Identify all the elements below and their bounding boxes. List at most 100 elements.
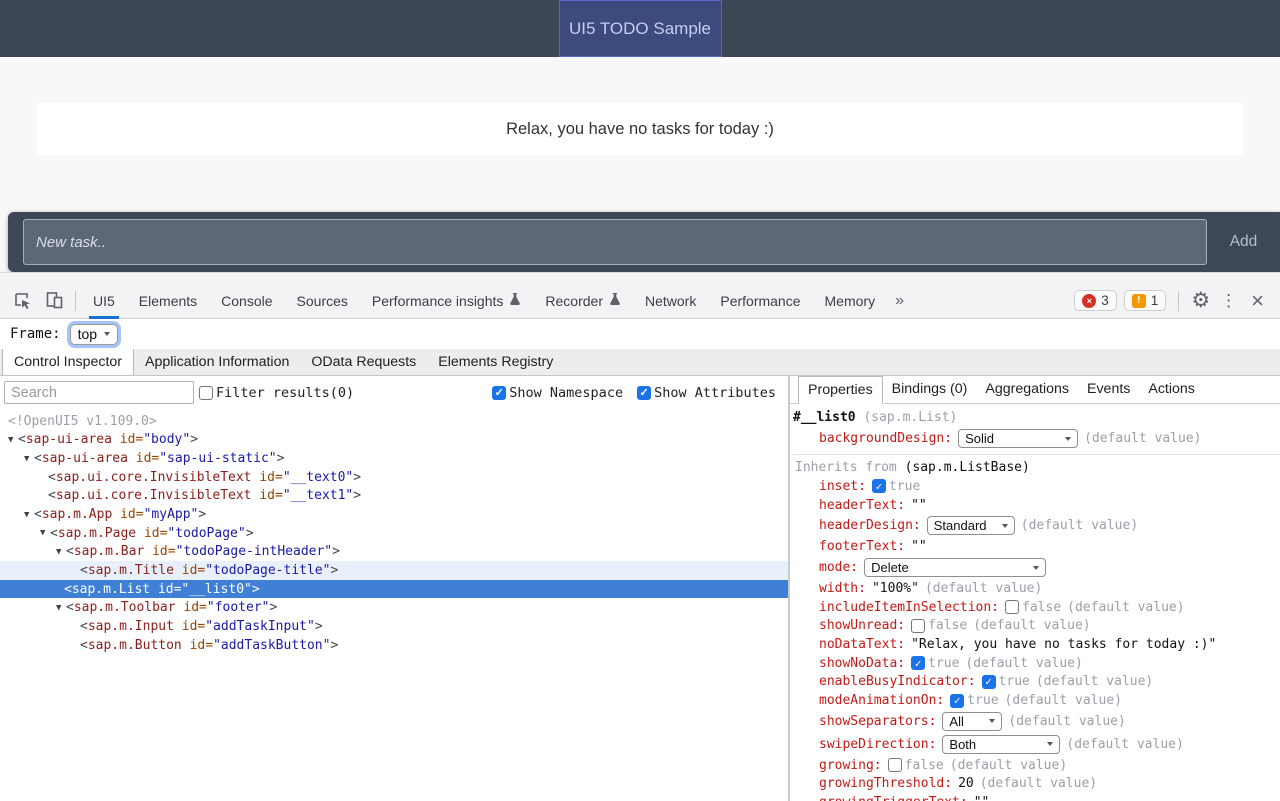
devtools-tab-label: Performance — [720, 284, 800, 318]
tree-node-footer[interactable]: ▼<sap.m.Toolbar id="footer"> — [0, 598, 788, 617]
expand-arrow-icon[interactable]: ▼ — [56, 603, 66, 613]
devtools-tab-performance[interactable]: Performance — [708, 283, 812, 319]
attr-name: id= — [144, 526, 167, 541]
filter-row: Filter results(0) ✓ Show Namespace ✓ Sho… — [0, 376, 788, 409]
property-select-backgroundDesign[interactable]: Solid — [958, 429, 1078, 448]
tag-name: sap.m.List — [72, 582, 150, 597]
property-checkbox-growing[interactable] — [888, 758, 902, 772]
tree-node-__list0[interactable]: <sap.m.List id="__list0"> — [0, 580, 788, 599]
tree-node-myApp[interactable]: ▼<sap.m.App id="myApp"> — [0, 505, 788, 524]
property-checkbox-group: ✓true — [872, 479, 920, 494]
subtab-odata-requests[interactable]: OData Requests — [300, 349, 427, 375]
property-row-mode: mode: Delete — [793, 556, 1280, 579]
tree-node-todoPage-intHeader[interactable]: ▼<sap.m.Bar id="todoPage-intHeader"> — [0, 542, 788, 561]
property-select-mode[interactable]: Delete — [864, 558, 1046, 577]
selected-control-id: #__list0 — [793, 410, 856, 425]
devtools-tab-label: Network — [645, 284, 696, 318]
property-select-value: All — [949, 714, 963, 729]
error-badge[interactable]: × 3 — [1074, 290, 1117, 311]
tree-node-__text1[interactable]: <sap.ui.core.InvisibleText id="__text1"> — [0, 487, 788, 506]
device-toolbar-icon[interactable] — [38, 286, 70, 316]
property-name: swipeDirection: — [819, 737, 936, 752]
tree-node-body[interactable]: ▼<sap-ui-area id="body"> — [0, 431, 788, 450]
properties-tab-events[interactable]: Events — [1078, 376, 1139, 403]
devtools-tab-ui5[interactable]: UI5 — [81, 283, 127, 319]
show-namespace-checkbox[interactable]: ✓ — [492, 386, 506, 400]
attr-value: "todoPage-title" — [205, 563, 330, 578]
tree-node-todoPage[interactable]: ▼<sap.m.Page id="todoPage"> — [0, 524, 788, 543]
devtools-tab-memory[interactable]: Memory — [813, 283, 888, 319]
error-icon: × — [1082, 294, 1096, 308]
expand-arrow-icon[interactable]: ▼ — [24, 510, 34, 520]
warning-badge[interactable]: ! 1 — [1124, 290, 1167, 311]
add-task-button[interactable]: Add — [1207, 212, 1280, 272]
property-checkbox-group: ✓true — [950, 693, 998, 708]
frame-bar: Frame: top — [0, 319, 1280, 349]
property-checkbox-modeAnimationOn[interactable]: ✓ — [950, 694, 964, 708]
tree-node-sap-ui-static[interactable]: ▼<sap-ui-area id="sap-ui-static"> — [0, 449, 788, 468]
property-name: headerDesign: — [819, 518, 921, 533]
search-input[interactable] — [4, 381, 194, 404]
tree-node-__text0[interactable]: <sap.ui.core.InvisibleText id="__text0"> — [0, 468, 788, 487]
property-checkbox-showUnread[interactable] — [911, 619, 925, 633]
devtools-tab-network[interactable]: Network — [633, 283, 708, 319]
attr-value: "myApp" — [144, 507, 199, 522]
properties-tab-actions[interactable]: Actions — [1139, 376, 1204, 403]
show-attributes-checkbox[interactable]: ✓ — [637, 386, 651, 400]
property-row-swipeDirection: swipeDirection:Both(default value) — [793, 733, 1280, 756]
expand-arrow-icon[interactable]: ▼ — [8, 435, 18, 445]
devtools-tab-performance-insights[interactable]: Performance insights — [360, 283, 534, 319]
tag-open: < — [34, 451, 42, 466]
tag-open: < — [34, 507, 42, 522]
expand-arrow-icon[interactable]: ▼ — [40, 528, 50, 538]
expand-arrow-icon[interactable]: ▼ — [56, 547, 66, 557]
kebab-menu-icon[interactable]: ⋮ — [1217, 291, 1240, 311]
tag-name: sap.ui.core.InvisibleText — [56, 470, 252, 485]
property-checkbox-enableBusyIndicator[interactable]: ✓ — [982, 675, 996, 689]
expand-arrow-icon[interactable]: ▼ — [24, 454, 34, 464]
subtab-control-inspector[interactable]: Control Inspector — [2, 349, 134, 375]
settings-gear-icon[interactable]: ⚙ — [1191, 290, 1210, 311]
tree-node-addTaskInput[interactable]: <sap.m.Input id="addTaskInput"> — [0, 617, 788, 636]
property-select-showSeparators[interactable]: All — [942, 712, 1002, 731]
property-select-swipeDirection[interactable]: Both — [942, 735, 1060, 754]
tag-close: > — [332, 544, 340, 559]
properties-tab-aggregations[interactable]: Aggregations — [976, 376, 1078, 403]
attr-name: id= — [182, 563, 205, 578]
tag-open: < — [66, 600, 74, 615]
default-value-note: (default value) — [1084, 431, 1201, 446]
inspect-element-icon[interactable] — [6, 286, 38, 316]
tree-node-addTaskButton[interactable]: <sap.m.Button id="addTaskButton"> — [0, 636, 788, 655]
devtools-tab-console[interactable]: Console — [209, 283, 284, 319]
frame-select-dropdown[interactable]: top — [70, 324, 118, 345]
property-checkbox-includeItemInSelection[interactable] — [1005, 600, 1019, 614]
show-attributes-label: Show Attributes — [654, 385, 776, 401]
default-value-note: (default value) — [1021, 518, 1138, 533]
subtab-application-information[interactable]: Application Information — [134, 349, 300, 375]
property-checkbox-showNoData[interactable]: ✓ — [911, 656, 925, 670]
property-value: 20 — [958, 776, 974, 791]
inherits-class: (sap.m.ListBase) — [905, 460, 1030, 475]
subtab-elements-registry[interactable]: Elements Registry — [427, 349, 564, 375]
tag-open: < — [50, 526, 58, 541]
property-name: mode: — [819, 560, 858, 575]
property-name: backgroundDesign: — [819, 431, 952, 446]
properties-tab-properties[interactable]: Properties — [798, 376, 883, 404]
properties-tab-bindings-0-[interactable]: Bindings (0) — [883, 376, 977, 403]
tree-node-todoPage-title[interactable]: <sap.m.Title id="todoPage-title"> — [0, 561, 788, 580]
devtools-tab-sources[interactable]: Sources — [285, 283, 360, 319]
property-name: growingTriggerText: — [819, 795, 968, 801]
new-task-input[interactable] — [23, 219, 1207, 265]
devtools-tab-elements[interactable]: Elements — [127, 283, 209, 319]
tag-space — [112, 507, 120, 522]
close-devtools-icon[interactable]: × — [1247, 290, 1268, 312]
property-checkbox-inset[interactable]: ✓ — [872, 479, 886, 493]
property-select-headerDesign[interactable]: Standard — [927, 516, 1015, 535]
devtools-tab-label: Sources — [297, 284, 348, 318]
more-tabs-chevron[interactable]: » — [887, 292, 912, 310]
devtools-tab-recorder[interactable]: Recorder — [533, 283, 633, 319]
filter-results-checkbox[interactable] — [199, 386, 213, 400]
chevron-down-icon — [1065, 437, 1071, 441]
property-row-footerText: footerText:"" — [793, 537, 1280, 556]
attr-name: id= — [182, 619, 205, 634]
